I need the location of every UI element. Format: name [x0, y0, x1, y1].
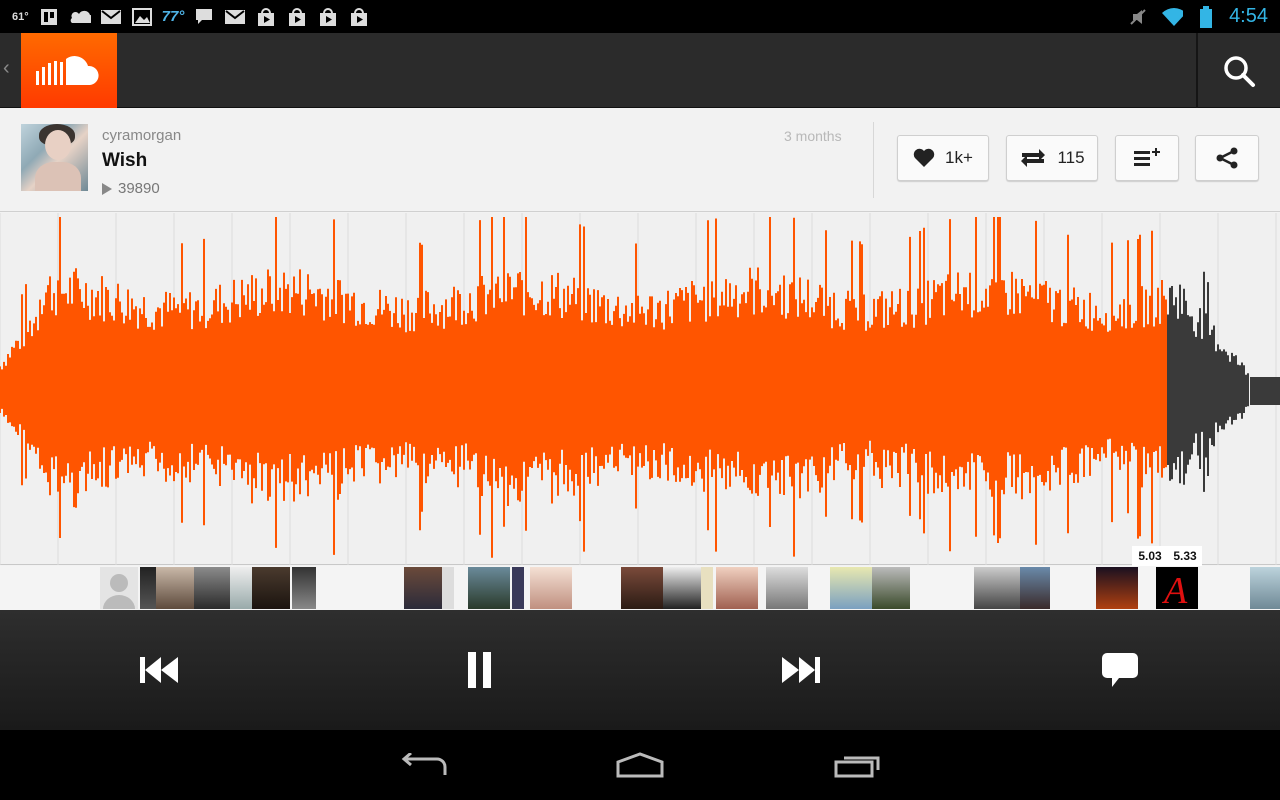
share-button[interactable] [1195, 135, 1259, 181]
comment-avatar[interactable] [530, 567, 572, 609]
chat-icon [193, 7, 215, 27]
track-artwork[interactable] [21, 124, 88, 191]
up-caret-icon[interactable]: ‹ [3, 57, 10, 80]
comment-avatar[interactable] [830, 567, 872, 609]
battery-icon [1195, 5, 1217, 28]
comment-avatar[interactable] [872, 567, 910, 609]
gallery-icon [131, 7, 153, 27]
back-icon [401, 753, 447, 775]
search-button[interactable] [1198, 33, 1280, 108]
previous-button[interactable] [120, 610, 200, 730]
muted-icon [1127, 7, 1149, 27]
comment-avatar[interactable] [194, 567, 232, 609]
play-store-icon [317, 7, 339, 27]
comment-avatar[interactable] [1250, 567, 1280, 609]
share-icon [1216, 147, 1238, 169]
back-button[interactable] [384, 730, 464, 800]
recent-apps-button[interactable] [818, 730, 898, 800]
comment-icon [1102, 653, 1138, 687]
temperature-small: 61° [12, 10, 29, 23]
waveform-unplayed [1167, 271, 1249, 492]
svg-text:A: A [1161, 570, 1188, 609]
navigation-bar [0, 730, 1280, 800]
comment-avatar[interactable] [468, 567, 510, 609]
comment-avatar[interactable] [974, 567, 1020, 609]
waveform-played [0, 217, 1167, 558]
wifi-icon [1161, 7, 1184, 27]
comment-avatar[interactable] [663, 567, 701, 609]
add-to-playlist-icon [1134, 148, 1160, 166]
action-bar: ‹ [0, 33, 1280, 108]
waveform[interactable] [0, 213, 1280, 565]
heart-icon [913, 148, 935, 167]
repost-button[interactable]: 115 [1006, 135, 1098, 181]
comment-avatar[interactable] [292, 567, 316, 609]
comment-avatar[interactable] [512, 567, 524, 609]
comment-avatar[interactable] [442, 567, 454, 609]
waveform-graphic[interactable] [0, 213, 1280, 565]
cloud-icon [69, 7, 91, 27]
track-title: Wish [102, 150, 148, 171]
like-button[interactable]: 1k+ [897, 135, 989, 181]
next-icon [782, 657, 820, 683]
comment-strip: A [0, 566, 1280, 610]
status-bar: 61° 77° 4:54 [0, 0, 1280, 33]
system-icons: 4:54 [1127, 0, 1268, 33]
comment-avatar[interactable] [156, 567, 194, 609]
comment-avatar[interactable] [100, 567, 138, 609]
home-icon [616, 752, 664, 778]
comment-avatar[interactable] [230, 567, 252, 609]
soundcloud-logo[interactable] [21, 33, 117, 108]
pause-icon [468, 652, 491, 688]
comment-avatar[interactable] [716, 567, 758, 609]
comment-timestamp: 5.33 [1168, 546, 1202, 566]
play-count: 39890 [102, 180, 160, 197]
search-icon [1224, 55, 1255, 87]
previous-icon [140, 657, 178, 683]
play-count-value: 39890 [118, 180, 160, 197]
comment-avatar[interactable] [1096, 567, 1138, 609]
play-store-icon [286, 7, 308, 27]
play-store-icon [255, 7, 277, 27]
pause-button[interactable] [440, 610, 520, 730]
recent-apps-icon [834, 756, 880, 778]
gmail-icon [224, 7, 246, 27]
waveform-tail [1250, 377, 1280, 405]
clock: 4:54 [1229, 5, 1268, 27]
next-button[interactable] [760, 610, 840, 730]
uploader-name[interactable]: cyramorgan [102, 127, 181, 144]
comment-avatar[interactable] [621, 567, 663, 609]
comment-avatar[interactable] [766, 567, 808, 609]
player-controls [0, 610, 1280, 730]
home-button[interactable] [600, 730, 680, 800]
comment-avatar[interactable] [701, 567, 713, 609]
repost-count: 115 [1057, 148, 1085, 167]
trello-icon [38, 7, 60, 27]
header-divider [873, 122, 874, 198]
comment-avatar[interactable] [140, 567, 156, 609]
play-count-icon [102, 182, 112, 195]
soundcloud-app: 61° 77° 4:54 ‹ cyramorgan Wish 39890 3 m… [0, 0, 1280, 800]
upload-age: 3 months [784, 128, 842, 144]
comment-timestamp: 5.03 [1132, 546, 1168, 566]
like-count: 1k+ [945, 148, 973, 167]
repost-icon [1021, 149, 1046, 167]
add-to-playlist-button[interactable] [1115, 135, 1179, 181]
comment-avatar[interactable] [1020, 567, 1050, 609]
comment-avatar[interactable]: A [1156, 567, 1198, 609]
comment-button[interactable] [1080, 610, 1160, 730]
comment-avatar[interactable] [404, 567, 442, 609]
gmail-icon [100, 7, 122, 27]
notification-icons: 61° 77° [12, 0, 370, 33]
temperature-large: 77° [161, 8, 185, 25]
comment-avatar[interactable] [252, 567, 290, 609]
play-store-icon [348, 7, 370, 27]
